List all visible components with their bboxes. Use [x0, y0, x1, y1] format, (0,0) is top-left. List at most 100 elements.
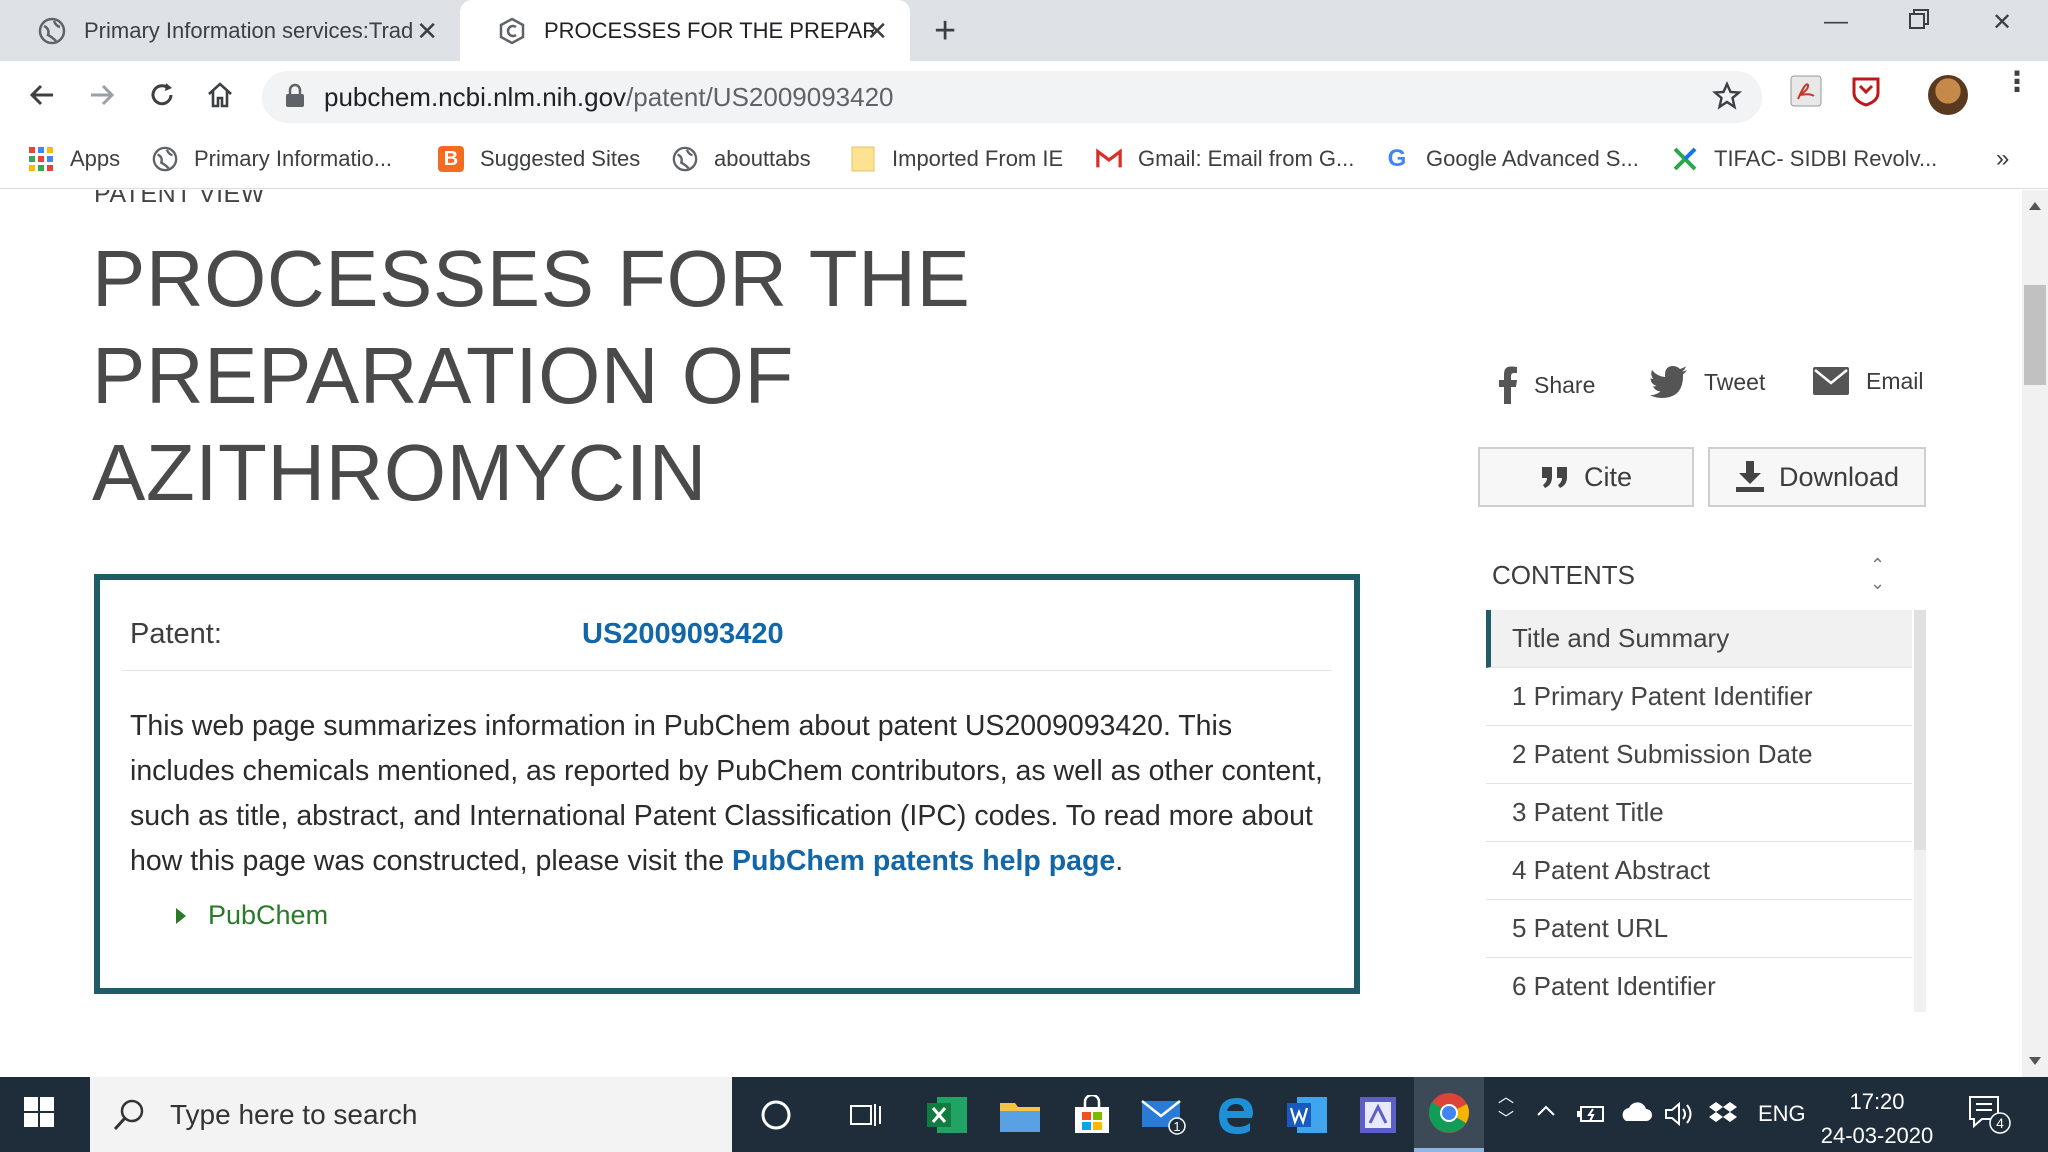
taskbar-search-input[interactable]: Type here to search — [90, 1077, 732, 1152]
pdf-extension-icon[interactable] — [1790, 75, 1822, 112]
toc-item-patent-url[interactable]: 5 Patent URL — [1486, 900, 1912, 958]
summary-body: This web page summarizes information in … — [130, 710, 1323, 877]
page-kicker: PATENT VIEW — [94, 190, 265, 208]
back-icon[interactable] — [22, 75, 62, 115]
reload-icon[interactable] — [142, 75, 182, 115]
share-label: Tweet — [1704, 368, 1766, 395]
store-icon[interactable] — [1068, 1091, 1116, 1139]
bookmark-label: abouttabs — [714, 146, 811, 171]
minimize-icon[interactable]: — — [1824, 8, 1848, 36]
windows-start-icon[interactable] — [24, 1097, 54, 1132]
browser-tab-patent[interactable]: PROCESSES FOR THE PREPARATIO ✕ — [460, 0, 910, 61]
profile-avatar[interactable] — [1928, 75, 1968, 115]
windows-taskbar: Type here to search 1 ︿ ﹀ ENG 17:20 24-0… — [0, 1077, 2048, 1152]
patent-id-link[interactable]: US2009093420 — [582, 618, 784, 651]
gmail-icon — [1096, 146, 1122, 172]
contents-scrollbar[interactable] — [1914, 610, 1926, 1012]
bookmark-primary-info[interactable]: Primary Informatio... — [152, 141, 392, 177]
bookmark-suggested-sites[interactable]: B Suggested Sites — [438, 141, 640, 177]
edge-icon[interactable] — [1212, 1091, 1260, 1139]
share-email-button[interactable]: Email — [1812, 366, 1924, 396]
contents-list: Title and Summary 1 Primary Patent Ident… — [1486, 610, 1912, 1012]
contents-panel: Title and Summary 1 Primary Patent Ident… — [1486, 610, 1926, 1012]
remote-app-icon[interactable] — [1354, 1091, 1402, 1139]
share-facebook-button[interactable]: Share — [1498, 366, 1595, 404]
taskbar-scroll-icon[interactable]: ︿ ﹀ — [1498, 1087, 1514, 1131]
home-icon[interactable] — [200, 75, 240, 115]
close-tab-icon[interactable]: ✕ — [866, 16, 888, 47]
bookmark-abouttabs[interactable]: abouttabs — [672, 141, 811, 177]
toc-item-patent-abstract[interactable]: 4 Patent Abstract — [1486, 842, 1912, 900]
page-scroll-thumb[interactable] — [2024, 285, 2046, 385]
file-explorer-icon[interactable] — [996, 1091, 1044, 1139]
tab-strip: Primary Information services:Trad ✕ PROC… — [0, 0, 2048, 61]
menu-kebab-icon[interactable]: ⋮ — [2003, 68, 2031, 96]
show-hidden-icons-icon[interactable] — [1534, 1101, 1558, 1127]
tab-title: PROCESSES FOR THE PREPARATIO — [544, 17, 874, 43]
bookmark-apps[interactable]: Apps — [28, 141, 120, 177]
onedrive-icon[interactable] — [1618, 1101, 1652, 1129]
url-host: pubchem.ncbi.nlm.nih.gov — [324, 82, 627, 112]
share-twitter-button[interactable]: Tweet — [1650, 366, 1765, 398]
contents-scroll-thumb[interactable] — [1914, 610, 1926, 850]
tifac-icon — [1672, 146, 1698, 172]
browser-tab-primary-info[interactable]: Primary Information services:Trad ✕ — [0, 0, 460, 61]
excel-icon[interactable] — [924, 1091, 972, 1139]
system-clock[interactable]: 17:20 24-03-2020 — [1812, 1085, 1942, 1152]
page-scrollbar[interactable] — [2022, 190, 2048, 1077]
scroll-down-icon[interactable] — [2029, 1057, 2041, 1065]
toc-item-patent-submission-date[interactable]: 2 Patent Submission Date — [1486, 726, 1912, 784]
bookmark-label: TIFAC- SIDBI Revolv... — [1714, 146, 1938, 171]
dropbox-icon[interactable] — [1708, 1101, 1738, 1133]
mail-icon[interactable]: 1 — [1140, 1091, 1188, 1139]
bookmark-label: Gmail: Email from G... — [1138, 146, 1355, 171]
action-center-icon[interactable]: 4 — [1968, 1095, 2012, 1140]
bookmarks-overflow-icon[interactable]: » — [1996, 141, 2009, 177]
download-icon — [1735, 461, 1764, 492]
new-tab-icon[interactable]: + — [934, 10, 956, 53]
google-icon: G — [1387, 145, 1407, 172]
forward-icon[interactable] — [82, 75, 122, 115]
mcafee-extension-icon[interactable] — [1850, 75, 1882, 112]
close-tab-icon[interactable]: ✕ — [416, 16, 438, 47]
volume-icon[interactable] — [1664, 1101, 1694, 1133]
twitter-icon — [1650, 366, 1687, 398]
bookmark-google-advanced[interactable]: G Google Advanced S... — [1384, 141, 1639, 177]
bookmark-star-icon[interactable] — [1711, 81, 1743, 116]
lock-icon — [284, 83, 306, 114]
toc-item-primary-patent-identifier[interactable]: 1 Primary Patent Identifier — [1486, 668, 1912, 726]
bookmark-imported-from-ie[interactable]: Imported From IE — [850, 141, 1063, 177]
pubchem-source-toggle[interactable]: PubChem — [176, 900, 328, 931]
clock-date: 24-03-2020 — [1820, 1123, 1934, 1148]
contents-toggle-icon[interactable]: ⌃ ⌄ — [1870, 556, 1885, 592]
download-label: Download — [1778, 461, 1900, 492]
restore-icon[interactable] — [1908, 8, 1930, 37]
toc-item-patent-title[interactable]: 3 Patent Title — [1486, 784, 1912, 842]
toc-item-patent-identifier[interactable]: 6 Patent Identifier — [1486, 958, 1912, 1012]
contents-header: CONTENTS — [1492, 560, 1635, 590]
summary-end: . — [1115, 845, 1124, 877]
task-view-icon[interactable] — [842, 1091, 890, 1139]
share-label: Email — [1866, 367, 1924, 394]
quote-icon — [1541, 467, 1567, 488]
summary-text: This web page summarizes information in … — [130, 704, 1340, 884]
bookmark-tifac[interactable]: TIFAC- SIDBI Revolv... — [1672, 141, 1937, 177]
cite-button[interactable]: Cite — [1478, 447, 1694, 507]
word-icon[interactable] — [1284, 1091, 1332, 1139]
close-window-icon[interactable]: ✕ — [1992, 8, 2012, 37]
scroll-up-icon[interactable] — [2029, 202, 2041, 210]
bookmark-label: Suggested Sites — [480, 146, 641, 171]
tab-title: Primary Information services:Trad — [84, 17, 414, 43]
help-page-link[interactable]: PubChem patents help page — [732, 845, 1115, 877]
bookmark-gmail[interactable]: Gmail: Email from G... — [1096, 141, 1354, 177]
address-bar[interactable]: pubchem.ncbi.nlm.nih.gov/patent/US200909… — [262, 71, 1762, 123]
toc-item-title-summary[interactable]: Title and Summary — [1486, 610, 1912, 668]
chrome-taskbar-icon[interactable] — [1414, 1077, 1484, 1152]
battery-icon[interactable] — [1576, 1101, 1606, 1131]
cortana-icon[interactable] — [752, 1091, 800, 1139]
language-indicator[interactable]: ENG — [1758, 1101, 1806, 1127]
globe-icon — [38, 17, 66, 45]
summary-box: Patent: US2009093420 This web page summa… — [94, 574, 1360, 994]
download-button[interactable]: Download — [1708, 447, 1926, 507]
globe-icon — [672, 146, 698, 172]
